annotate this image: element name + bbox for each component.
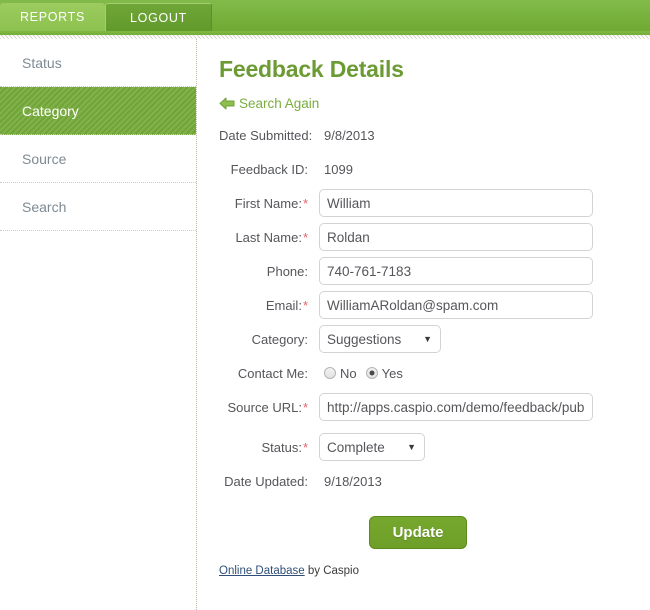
sidebar-item-source-label: Source — [22, 151, 66, 167]
tab-logout-label: LOGOUT — [130, 11, 187, 25]
sidebar-item-status-label: Status — [22, 55, 62, 71]
search-again-label: Search Again — [239, 96, 319, 111]
email-input[interactable] — [319, 291, 593, 319]
radio-yes-indicator[interactable] — [366, 367, 378, 379]
field-row-feedback-id: Feedback ID: 1099 — [219, 155, 650, 183]
last-name-input[interactable] — [319, 223, 593, 251]
contact-me-no-label: No — [340, 366, 357, 381]
last-name-label-text: Last Name: — [235, 230, 301, 245]
date-updated-value: 9/18/2013 — [319, 474, 382, 489]
first-name-input[interactable] — [319, 189, 593, 217]
field-row-phone: Phone: — [219, 257, 650, 285]
last-name-label: Last Name:* — [219, 230, 319, 245]
contact-me-yes-label: Yes — [382, 366, 403, 381]
field-row-category: Category: Suggestions ▼ — [219, 325, 650, 353]
category-label: Category: — [219, 332, 319, 347]
field-row-email: Email:* — [219, 291, 650, 319]
top-navigation-bar: REPORTS LOGOUT — [0, 0, 650, 31]
date-submitted-value: 9/8/2013 — [319, 128, 375, 143]
status-select[interactable]: Complete — [319, 433, 425, 461]
contact-me-radio-no[interactable]: No — [324, 366, 357, 381]
submit-row: Update — [219, 516, 650, 549]
sidebar-item-category-label: Category — [22, 103, 79, 119]
phone-label: Phone: — [219, 264, 319, 279]
status-label: Status:* — [219, 440, 319, 455]
footer-credit: Online Database by Caspio — [219, 565, 650, 577]
feedback-id-label: Feedback ID: — [219, 162, 319, 177]
field-row-date-submitted: Date Submitted: 9/8/2013 — [219, 121, 650, 149]
sidebar-item-status[interactable]: Status — [0, 39, 196, 87]
category-select-wrapper: Suggestions ▼ — [319, 325, 441, 353]
arrow-left-icon — [219, 97, 235, 110]
search-again-link[interactable]: Search Again — [219, 96, 319, 111]
field-row-contact-me: Contact Me: No Yes — [219, 359, 650, 387]
field-row-source-url: Source URL:* — [219, 393, 650, 421]
page-title: Feedback Details — [219, 56, 650, 83]
category-select[interactable]: Suggestions — [319, 325, 441, 353]
radio-no-indicator[interactable] — [324, 367, 336, 379]
tab-logout[interactable]: LOGOUT — [105, 3, 212, 31]
contact-me-radio-yes[interactable]: Yes — [366, 366, 403, 381]
field-row-status: Status:* Complete ▼ — [219, 433, 650, 461]
update-button[interactable]: Update — [369, 516, 467, 549]
topnav-filler — [212, 3, 650, 31]
date-submitted-label: Date Submitted: — [219, 128, 319, 143]
first-name-required-marker: * — [303, 196, 308, 211]
field-row-last-name: Last Name:* — [219, 223, 650, 251]
email-label: Email:* — [219, 298, 319, 313]
footer-credit-suffix: by Caspio — [305, 565, 359, 577]
date-updated-label: Date Updated: — [219, 474, 319, 489]
online-database-link[interactable]: Online Database — [219, 565, 305, 577]
sidebar-item-search[interactable]: Search — [0, 183, 196, 231]
sidebar-item-category[interactable]: Category — [0, 87, 196, 135]
source-url-label: Source URL:* — [219, 400, 319, 415]
status-required-marker: * — [303, 440, 308, 455]
first-name-label: First Name:* — [219, 196, 319, 211]
sidebar-item-source[interactable]: Source — [0, 135, 196, 183]
source-url-required-marker: * — [303, 400, 308, 415]
sidebar: Status Category Source Search — [0, 39, 197, 610]
tab-reports[interactable]: REPORTS — [0, 3, 105, 31]
feedback-id-value: 1099 — [319, 162, 353, 177]
contact-me-radio-group: No Yes — [319, 366, 403, 381]
field-row-first-name: First Name:* — [219, 189, 650, 217]
field-row-date-updated: Date Updated: 9/18/2013 — [219, 467, 650, 495]
sidebar-item-search-label: Search — [22, 199, 66, 215]
tab-reports-label: REPORTS — [20, 10, 85, 24]
main-content: Feedback Details Search Again Date Submi… — [197, 39, 650, 610]
status-select-wrapper: Complete ▼ — [319, 433, 425, 461]
email-label-text: Email: — [266, 298, 302, 313]
page-body: Status Category Source Search Feedback D… — [0, 39, 650, 610]
email-required-marker: * — [303, 298, 308, 313]
status-label-text: Status: — [261, 440, 301, 455]
source-url-input[interactable] — [319, 393, 593, 421]
phone-input[interactable] — [319, 257, 593, 285]
last-name-required-marker: * — [303, 230, 308, 245]
source-url-label-text: Source URL: — [228, 400, 302, 415]
contact-me-label: Contact Me: — [219, 366, 319, 381]
first-name-label-text: First Name: — [235, 196, 302, 211]
